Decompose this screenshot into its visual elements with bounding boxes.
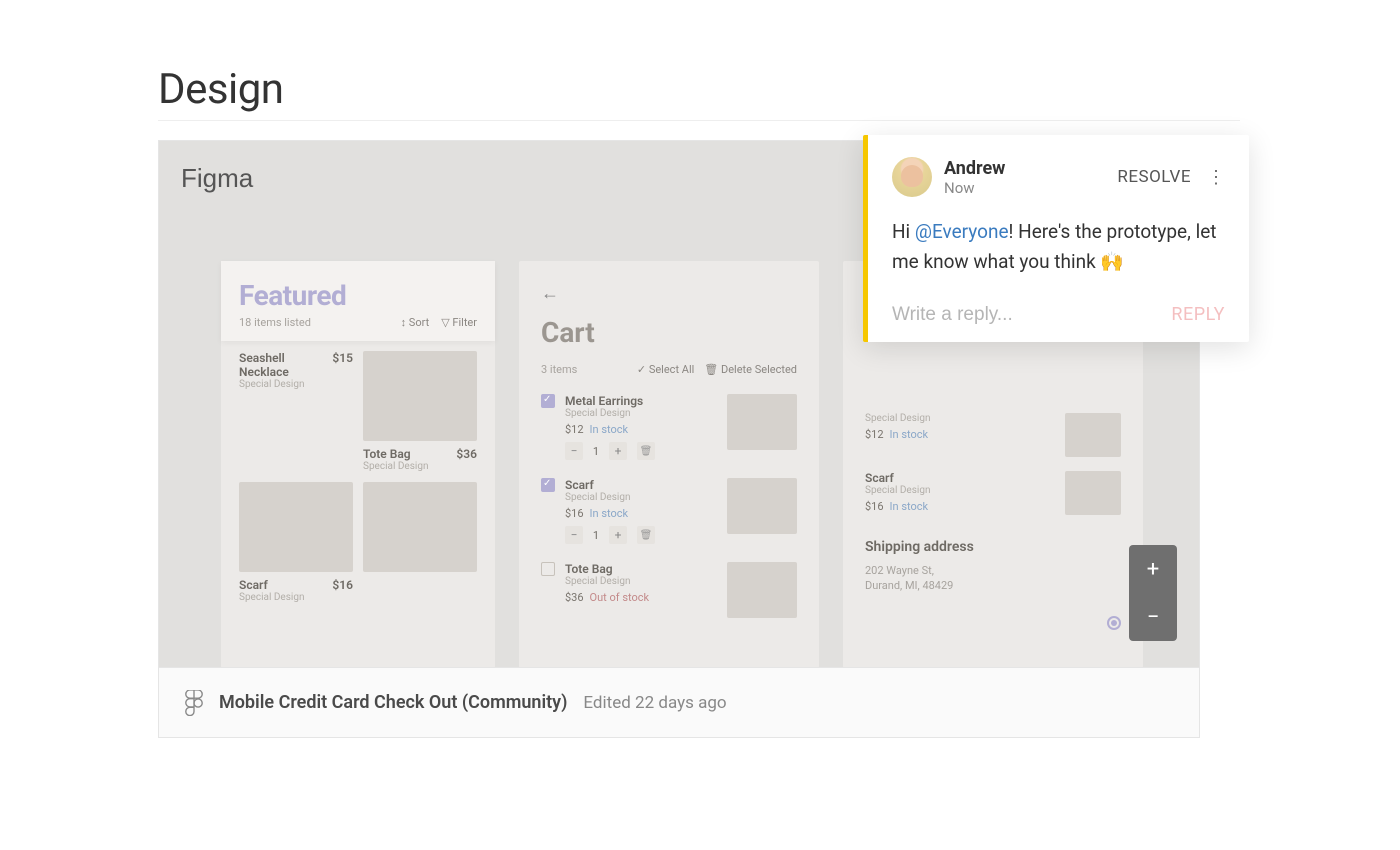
product-thumb bbox=[727, 478, 797, 534]
delete-selected-button[interactable]: 🗑 Delete Selected bbox=[704, 363, 797, 376]
product-image bbox=[363, 351, 477, 441]
product-image bbox=[363, 482, 477, 572]
figma-logo-icon bbox=[185, 690, 203, 716]
page-title: Design bbox=[158, 65, 284, 114]
shipping-title: Shipping address bbox=[865, 539, 1121, 555]
resolve-button[interactable]: RESOLVE bbox=[1117, 167, 1191, 187]
divider bbox=[158, 120, 1240, 121]
reply-input[interactable] bbox=[892, 304, 1171, 326]
sort-button[interactable]: ↕ Sort bbox=[401, 316, 430, 329]
file-name[interactable]: Mobile Credit Card Check Out (Community) bbox=[219, 692, 567, 713]
select-all-button[interactable]: ✓ Select All bbox=[637, 363, 694, 376]
avatar bbox=[892, 157, 932, 197]
checkout-item: Special Design $12In stock bbox=[865, 413, 1121, 457]
mention[interactable]: @Everyone bbox=[915, 220, 1009, 243]
filter-button[interactable]: ▽ Filter bbox=[441, 316, 477, 329]
cart-item: Metal Earrings Special Design $12In stoc… bbox=[541, 394, 797, 460]
radio-selected-icon[interactable] bbox=[1107, 616, 1121, 630]
reply-button[interactable]: REPLY bbox=[1171, 304, 1225, 325]
product-thumb bbox=[1065, 413, 1121, 457]
checkbox-icon[interactable] bbox=[541, 394, 555, 408]
zoom-in-button[interactable]: + bbox=[1129, 545, 1177, 593]
cart-title: Cart bbox=[541, 316, 797, 349]
screen-featured: Featured 18 items listed ↕ Sort ▽ Filter… bbox=[221, 261, 495, 668]
qty-minus-button[interactable]: − bbox=[565, 526, 583, 544]
product-thumb bbox=[727, 562, 797, 618]
edited-label: Edited 22 days ago bbox=[583, 693, 726, 713]
comment-card: Andrew Now RESOLVE ⋮ Hi @Everyone! Here'… bbox=[863, 135, 1249, 342]
qty-plus-button[interactable]: + bbox=[609, 442, 627, 460]
qty-value: 1 bbox=[589, 529, 603, 542]
checkbox-icon[interactable] bbox=[541, 478, 555, 492]
qty-value: 1 bbox=[589, 445, 603, 458]
zoom-controls: + − bbox=[1129, 545, 1177, 641]
checkbox-icon[interactable] bbox=[541, 562, 555, 576]
comment-time: Now bbox=[944, 179, 1005, 197]
checkout-item: Scarf Special Design $16In stock bbox=[865, 471, 1121, 515]
product-card[interactable] bbox=[363, 482, 477, 603]
embed-footer: Mobile Credit Card Check Out (Community)… bbox=[159, 667, 1199, 737]
comment-body: Hi @Everyone! Here's the prototype, let … bbox=[892, 217, 1225, 278]
qty-minus-button[interactable]: − bbox=[565, 442, 583, 460]
product-card[interactable]: Tote Bag$36 Special Design bbox=[363, 351, 477, 472]
product-card[interactable]: Scarf$16 Special Design bbox=[239, 482, 353, 603]
shipping-address: 202 Wayne St, Durand, MI, 48429 bbox=[865, 563, 1121, 594]
product-image bbox=[239, 482, 353, 572]
zoom-out-button[interactable]: − bbox=[1129, 593, 1177, 641]
comment-author: Andrew bbox=[944, 158, 1005, 179]
trash-icon[interactable]: 🗑 bbox=[637, 442, 655, 460]
trash-icon[interactable]: 🗑 bbox=[637, 526, 655, 544]
product-thumb bbox=[1065, 471, 1121, 515]
screen-cart: ← Cart 3 items ✓ Select All 🗑 Delete Sel… bbox=[519, 261, 819, 668]
more-menu-icon[interactable]: ⋮ bbox=[1207, 167, 1225, 188]
product-thumb bbox=[727, 394, 797, 450]
back-arrow-icon[interactable]: ← bbox=[541, 283, 797, 304]
cart-item: Tote Bag Special Design $36Out of stock bbox=[541, 562, 797, 618]
cart-item: Scarf Special Design $16In stock − 1 + 🗑 bbox=[541, 478, 797, 544]
qty-plus-button[interactable]: + bbox=[609, 526, 627, 544]
product-card[interactable]: Seashell Necklace$15 Special Design bbox=[239, 351, 353, 472]
featured-subtitle: 18 items listed bbox=[239, 316, 311, 329]
featured-title: Featured bbox=[239, 279, 477, 312]
embed-provider-label: Figma bbox=[181, 163, 253, 194]
cart-subtitle: 3 items bbox=[541, 363, 577, 376]
